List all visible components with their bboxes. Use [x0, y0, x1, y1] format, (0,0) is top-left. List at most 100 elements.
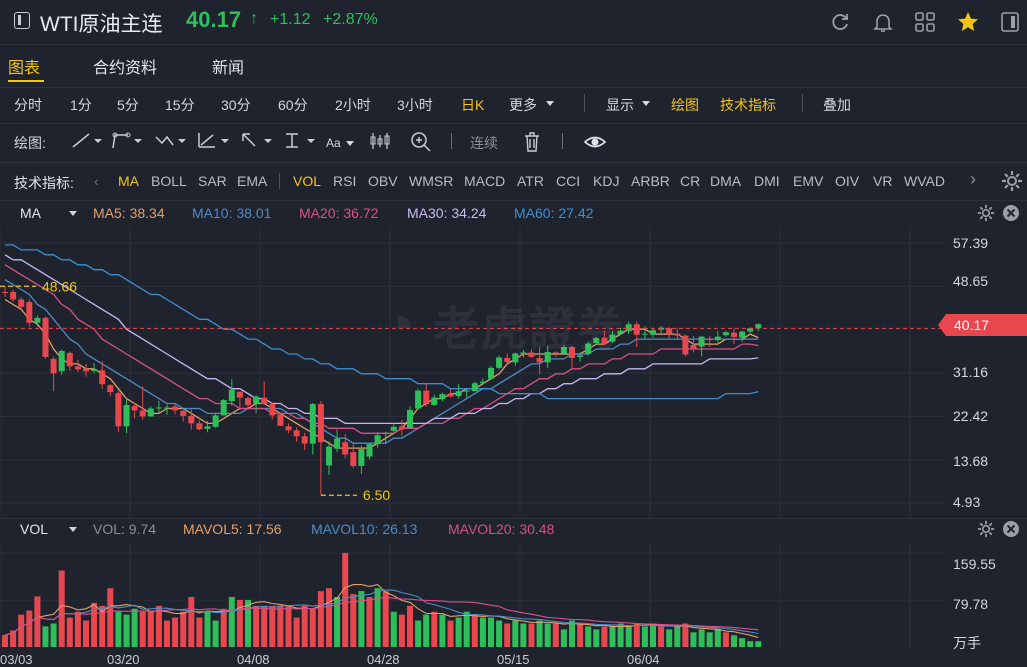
period-2h[interactable]: 2小时	[335, 95, 371, 115]
polyline-tool-icon[interactable]	[154, 131, 188, 151]
volume-bar	[66, 617, 73, 647]
candle-body	[228, 389, 235, 402]
main-close-icon[interactable]	[1002, 204, 1020, 222]
period-30min[interactable]: 30分	[221, 95, 251, 115]
period-more[interactable]: 更多	[509, 95, 537, 115]
period-60min[interactable]: 60分	[278, 95, 308, 115]
candle-body	[439, 394, 446, 400]
star-icon[interactable]	[956, 10, 980, 34]
volume-chart[interactable]	[0, 543, 945, 648]
main-indicator-select[interactable]: MA	[20, 205, 41, 221]
tech-indicator-toggle[interactable]: 技术指标	[720, 95, 776, 115]
candlestick-chart[interactable]: 48.66 6.50	[0, 227, 945, 517]
period-daily[interactable]: 日K	[461, 95, 484, 115]
chevron-left-icon[interactable]: ‹	[94, 173, 99, 189]
price-range-tool-icon[interactable]	[283, 131, 317, 151]
volume-bar	[463, 611, 470, 647]
volume-bar	[74, 611, 81, 647]
candle-body	[698, 336, 705, 347]
x-tick: 04/28	[367, 652, 400, 667]
chevron-right-icon[interactable]: ›	[970, 169, 976, 190]
volume-bar	[601, 626, 608, 647]
eye-icon[interactable]	[583, 133, 607, 151]
trash-icon[interactable]	[522, 131, 542, 153]
candle-body	[309, 404, 316, 444]
ray-tool-icon[interactable]	[110, 131, 144, 151]
volume-bar	[698, 629, 705, 647]
bell-icon[interactable]	[871, 10, 895, 34]
period-3h[interactable]: 3小时	[397, 95, 433, 115]
more-dropdown-icon[interactable]	[546, 101, 554, 106]
arrow-tool-icon[interactable]	[240, 131, 274, 151]
indicator-cci[interactable]: CCI	[556, 173, 580, 189]
tab-news[interactable]: 新闻	[212, 54, 244, 78]
candle-body	[107, 385, 114, 393]
candle-body	[50, 358, 57, 374]
grid-icon[interactable]	[913, 10, 937, 34]
main-settings-icon[interactable]	[977, 204, 995, 222]
indicator-atr[interactable]: ATR	[517, 173, 544, 189]
candle-body	[722, 332, 729, 336]
zoom-in-icon[interactable]	[410, 131, 432, 153]
indicator-sar[interactable]: SAR	[198, 173, 227, 189]
period-intraday[interactable]: 分时	[14, 95, 42, 115]
fibonacci-tool-icon[interactable]	[197, 131, 231, 151]
sidebar-toggle-icon[interactable]	[14, 12, 30, 29]
continuous-draw-toggle[interactable]: 连续	[470, 133, 498, 153]
display-dropdown-icon[interactable]	[642, 101, 650, 106]
candle-body	[739, 331, 746, 338]
main-indicator-dropdown-icon[interactable]	[69, 211, 77, 216]
volume-bar	[666, 629, 673, 647]
indicator-dma[interactable]: DMA	[710, 173, 741, 189]
tab-contract-info[interactable]: 合约资料	[93, 54, 157, 78]
indicator-rsi[interactable]: RSI	[333, 173, 356, 189]
period-1min[interactable]: 1分	[70, 95, 92, 115]
candle-body	[164, 407, 170, 409]
legend-ma20: MA20: 36.72	[299, 205, 379, 221]
indicator-emv[interactable]: EMV	[793, 173, 823, 189]
tab-chart[interactable]: 图表	[8, 54, 40, 78]
period-5min[interactable]: 5分	[117, 95, 139, 115]
indicator-obv[interactable]: OBV	[368, 173, 398, 189]
candle-body	[131, 406, 138, 411]
volume-bar	[747, 641, 754, 647]
indicator-cr[interactable]: CR	[680, 173, 700, 189]
indicator-wmsr[interactable]: WMSR	[409, 173, 453, 189]
indicator-arbr[interactable]: ARBR	[631, 173, 670, 189]
candle-body	[74, 366, 81, 370]
candle-tool-icon[interactable]	[369, 131, 391, 151]
candle-body	[2, 292, 8, 294]
volume-dropdown-icon[interactable]	[69, 527, 77, 532]
indicator-dmi[interactable]: DMI	[754, 173, 780, 189]
volume-indicator-select[interactable]: VOL	[20, 521, 48, 537]
indicator-boll[interactable]: BOLL	[151, 173, 187, 189]
draw-toggle[interactable]: 绘图	[671, 95, 699, 115]
refresh-icon[interactable]	[828, 10, 852, 34]
indicator-ema[interactable]: EMA	[237, 173, 267, 189]
volume-bar	[261, 605, 268, 647]
text-tool-icon[interactable]: Aa	[326, 136, 341, 150]
legend-vol: VOL: 9.74	[93, 521, 157, 537]
indicator-macd[interactable]: MACD	[464, 173, 505, 189]
panel-icon[interactable]	[998, 10, 1022, 34]
volume-settings-icon[interactable]	[977, 520, 995, 538]
indicator-wvad[interactable]: WVAD	[904, 173, 945, 189]
period-15min[interactable]: 15分	[165, 95, 195, 115]
line-tool-icon[interactable]	[70, 131, 102, 151]
volume-close-icon[interactable]	[1002, 520, 1020, 538]
indicator-vr[interactable]: VR	[873, 173, 892, 189]
text-tool-dropdown-icon[interactable]	[346, 141, 354, 146]
candle-body	[625, 324, 632, 332]
indicator-oiv[interactable]: OIV	[835, 173, 859, 189]
display-menu[interactable]: 显示	[606, 95, 634, 115]
indicator-kdj[interactable]: KDJ	[593, 173, 619, 189]
volume-bar	[42, 626, 49, 647]
candle-body	[155, 407, 162, 409]
candle-body	[714, 336, 721, 341]
overlay-button[interactable]: 叠加	[823, 95, 851, 115]
indicator-vol[interactable]: VOL	[293, 173, 321, 189]
up-arrow-icon: ↑	[250, 10, 258, 27]
indicator-settings-icon[interactable]	[1001, 170, 1023, 192]
candle-body	[293, 430, 300, 437]
indicator-ma[interactable]: MA	[118, 173, 139, 189]
